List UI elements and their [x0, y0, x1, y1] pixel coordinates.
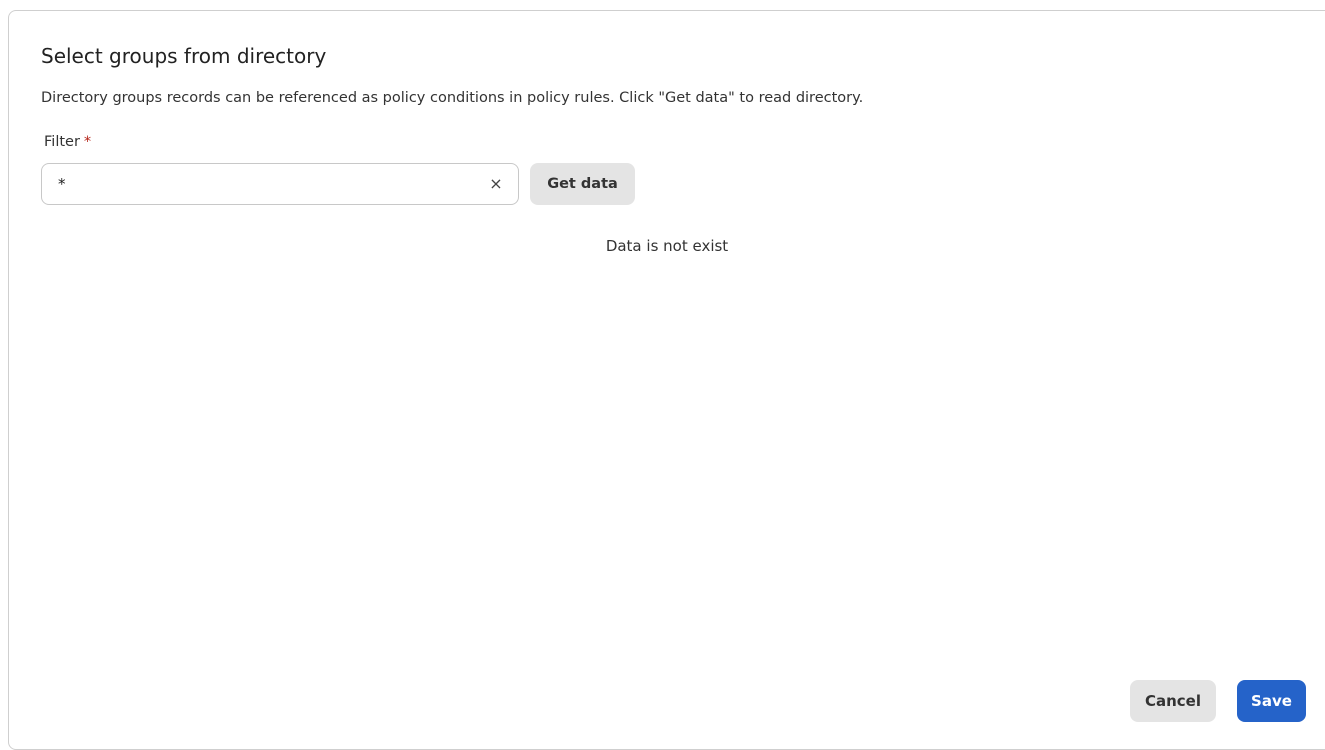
filter-label-text: Filter: [44, 134, 80, 150]
cancel-button[interactable]: Cancel: [1130, 680, 1216, 722]
filter-field: ×: [41, 163, 519, 205]
dialog-title: Select groups from directory: [41, 44, 327, 68]
select-groups-dialog: Select groups from directory Directory g…: [8, 10, 1325, 750]
empty-results-message: Data is not exist: [605, 237, 729, 255]
filter-label: Filter *: [44, 134, 91, 150]
filter-input[interactable]: [54, 164, 474, 204]
dialog-description: Directory groups records can be referenc…: [41, 90, 864, 106]
required-indicator: *: [83, 134, 92, 150]
save-button[interactable]: Save: [1237, 680, 1306, 722]
close-icon[interactable]: ×: [486, 173, 506, 195]
get-data-button[interactable]: Get data: [530, 163, 635, 205]
